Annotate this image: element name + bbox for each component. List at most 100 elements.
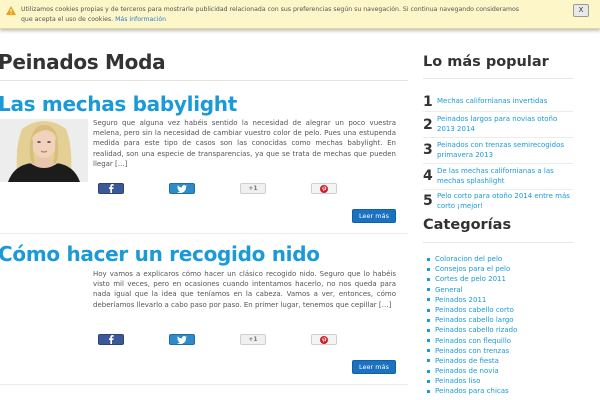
cookie-message: Utilizamos cookies propias y de terceros… <box>21 6 520 23</box>
popular-divider <box>423 137 573 138</box>
category-label[interactable]: Peinados cabello largo <box>435 316 514 324</box>
googleplus-icon: +1 <box>248 336 258 343</box>
category-label[interactable]: Peinados cabello rizado <box>435 326 517 334</box>
twitter-share-button[interactable] <box>169 334 195 345</box>
category-link[interactable]: Peinados 2011 <box>423 295 573 305</box>
category-label[interactable]: Peinados con flequillo <box>435 337 511 345</box>
popular-item[interactable]: 3 Peinados con trenzas semirecogidos pri… <box>423 140 583 164</box>
popular-rank: 5 <box>423 193 433 209</box>
sidebar-divider <box>423 242 573 243</box>
category-link[interactable]: Peinados cabello rizado <box>423 325 573 335</box>
category-label[interactable]: Peinados 2011 <box>435 296 486 304</box>
bullet-icon <box>427 318 430 322</box>
googleplus-icon: +1 <box>248 185 258 192</box>
pinterest-share-button[interactable] <box>311 183 337 194</box>
popular-item[interactable]: 4 De las mechas californianas a las mech… <box>423 166 583 190</box>
category-list: Coloracion del pelo Consejos para el pel… <box>423 254 573 397</box>
page-title: Peinados Moda <box>0 50 166 74</box>
popular-link[interactable]: Pelo corto para otoño 2014 entre más cor… <box>437 191 577 211</box>
googleplus-share-button[interactable]: +1 <box>240 183 266 194</box>
bullet-icon <box>427 379 430 383</box>
post-excerpt: Seguro que alguna vez habéis sentido la … <box>93 119 396 168</box>
popular-link[interactable]: De las mechas californianas a las mechas… <box>437 166 577 186</box>
category-link[interactable]: Peinados de novia <box>423 366 573 376</box>
pinterest-icon <box>320 184 328 193</box>
popular-rank: 2 <box>423 117 433 133</box>
blonde-woman-photo <box>0 119 88 182</box>
facebook-icon <box>109 184 114 193</box>
category-link[interactable]: Peinados cabello corto <box>423 305 573 315</box>
category-link[interactable]: Peinados de fiesta <box>423 356 573 366</box>
bullet-icon <box>427 257 430 261</box>
category-label[interactable]: Peinados cabello corto <box>435 306 514 314</box>
post-divider <box>0 233 408 234</box>
bullet-icon <box>427 339 430 343</box>
cookie-notice-bar: Utilizamos cookies propias y de terceros… <box>0 0 600 29</box>
popular-heading: Lo más popular <box>423 54 549 70</box>
bullet-icon <box>427 359 430 363</box>
pinterest-share-button[interactable] <box>311 334 337 345</box>
category-link[interactable]: Peinados con flequillo <box>423 336 573 346</box>
category-link[interactable]: Peinados cabello largo <box>423 315 573 325</box>
popular-link[interactable]: Mechas californianas invertidas <box>437 96 577 106</box>
category-label[interactable]: Coloracion del pelo <box>435 255 502 263</box>
category-link[interactable]: Peinados con trenzas <box>423 346 573 356</box>
category-label[interactable]: Peinados liso <box>435 377 480 385</box>
post-thumbnail[interactable] <box>0 119 88 182</box>
category-link[interactable]: Peinados liso <box>423 376 573 386</box>
category-link[interactable]: General <box>423 285 573 295</box>
popular-item[interactable]: 5 Pelo corto para otoño 2014 entre más c… <box>423 191 583 213</box>
popular-rank: 4 <box>423 168 433 184</box>
category-label[interactable]: Peinados para chicas <box>435 387 509 395</box>
bullet-icon <box>427 277 430 281</box>
popular-link[interactable]: Peinados largos para novias otoño 2013 2… <box>437 114 577 134</box>
post-title-link[interactable]: Cómo hacer un recogido nido <box>0 242 320 266</box>
category-link[interactable]: Peinados para chicas <box>423 386 573 396</box>
category-link[interactable]: Consejos para el pelo <box>423 264 573 274</box>
facebook-share-button[interactable] <box>98 183 124 194</box>
googleplus-share-button[interactable]: +1 <box>240 334 266 345</box>
bullet-icon <box>427 369 430 373</box>
warning-icon <box>6 6 16 15</box>
popular-divider <box>423 189 573 190</box>
category-label[interactable]: Peinados de fiesta <box>435 357 499 365</box>
popular-divider <box>423 111 573 112</box>
bullet-icon <box>427 349 430 353</box>
cookie-close-button[interactable]: X <box>573 4 589 17</box>
twitter-icon <box>177 335 187 344</box>
facebook-icon <box>109 335 114 344</box>
post-title-link[interactable]: Las mechas babylight <box>0 92 237 116</box>
category-label[interactable]: General <box>435 286 463 294</box>
bullet-icon <box>427 390 430 394</box>
category-link[interactable]: Cortes de pelo 2011 <box>423 274 573 284</box>
category-label[interactable]: Peinados de novia <box>435 367 499 375</box>
category-label[interactable]: Peinados con trenzas <box>435 347 509 355</box>
facebook-share-button[interactable] <box>98 334 124 345</box>
bullet-icon <box>427 298 430 302</box>
category-label[interactable]: Consejos para el pelo <box>435 265 510 273</box>
cookie-more-info-link[interactable]: Más información <box>115 16 166 23</box>
bullet-icon <box>427 308 430 312</box>
popular-divider <box>423 163 573 164</box>
twitter-share-button[interactable] <box>169 183 195 194</box>
popular-item[interactable]: 2 Peinados largos para novias otoño 2013… <box>423 114 583 138</box>
post-excerpt: Hoy vamos a explicaros cómo hacer un clá… <box>93 270 396 309</box>
bullet-icon <box>427 267 430 271</box>
read-more-button[interactable]: Leer más <box>352 209 396 223</box>
categories-heading: Categorías <box>423 217 512 233</box>
popular-rank: 1 <box>423 94 433 110</box>
bullet-icon <box>427 328 430 332</box>
bullet-icon <box>427 288 430 292</box>
twitter-icon <box>177 184 187 193</box>
category-label[interactable]: Cortes de pelo 2011 <box>435 275 506 283</box>
post-title-partial[interactable] <box>0 393 406 400</box>
cookie-notice-text: Utilizamos cookies propias y de terceros… <box>21 5 531 25</box>
title-divider <box>0 80 408 81</box>
post-divider <box>0 384 408 385</box>
popular-link[interactable]: Peinados con trenzas semirecogidos prima… <box>437 140 577 160</box>
read-more-button[interactable]: Leer más <box>352 360 396 374</box>
popular-item[interactable]: 1 Mechas californianas invertidas <box>423 94 583 112</box>
popular-rank: 3 <box>423 142 433 158</box>
category-link[interactable]: Coloracion del pelo <box>423 254 573 264</box>
pinterest-icon <box>320 335 328 344</box>
